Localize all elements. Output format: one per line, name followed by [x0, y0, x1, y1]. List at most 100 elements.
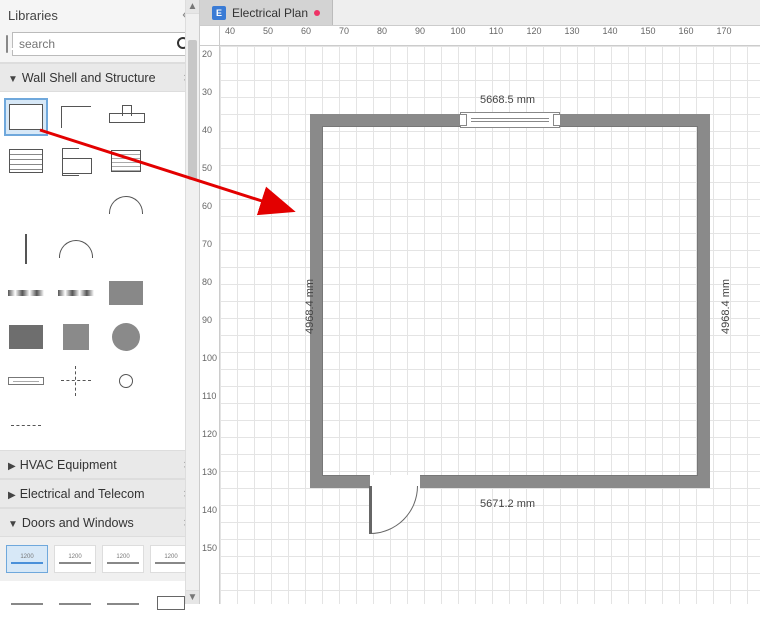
- ruler-tick: 140: [202, 505, 217, 515]
- ruler-tick: 20: [202, 49, 212, 59]
- doors-row-1: 1200 1200 1200 1200: [0, 537, 199, 581]
- libraries-title: Libraries: [8, 8, 58, 23]
- shape-wall-line[interactable]: [6, 232, 46, 266]
- ruler-tick: 50: [202, 163, 212, 173]
- scroll-thumb[interactable]: [188, 40, 197, 180]
- ruler-tick: 50: [263, 26, 273, 36]
- door-shape-7[interactable]: [102, 589, 144, 617]
- door-shape-5[interactable]: [6, 589, 48, 617]
- door-swing-arc[interactable]: [370, 486, 418, 534]
- chevron-down-icon: ▼: [8, 74, 18, 85]
- window-top[interactable]: [460, 112, 560, 128]
- library-menu-button[interactable]: [6, 35, 8, 53]
- room-outline[interactable]: 5668.5 mm 5671.2 mm 4968.4 mm 4968.4 mm: [310, 114, 710, 488]
- shape-l-room[interactable]: [56, 100, 96, 134]
- ruler-tick: 80: [377, 26, 387, 36]
- library-search-box[interactable]: [12, 32, 197, 56]
- scroll-down-icon[interactable]: ▼: [186, 590, 199, 604]
- shape-l-shape[interactable]: [56, 144, 96, 178]
- wall-shapes-grid: [0, 92, 199, 450]
- door-shape-2[interactable]: 1200: [54, 545, 96, 573]
- chevron-right-icon: ▶: [8, 461, 16, 472]
- ruler-tick: 150: [202, 543, 217, 553]
- ruler-tick: 40: [225, 26, 235, 36]
- shape-crosshair[interactable]: [56, 364, 96, 398]
- shape-circle-solid[interactable]: [106, 320, 146, 354]
- door-shape-1[interactable]: 1200: [6, 545, 48, 573]
- scroll-up-icon[interactable]: ▲: [186, 0, 199, 14]
- ruler-tick: 60: [301, 26, 311, 36]
- shape-dim: 1200: [68, 554, 81, 560]
- dimension-bottom: 5671.2 mm: [480, 498, 535, 510]
- ruler-tick: 40: [202, 125, 212, 135]
- section-label: Electrical and Telecom: [20, 487, 145, 501]
- shape-dim: 1200: [116, 554, 129, 560]
- shape-blank2[interactable]: [56, 188, 96, 222]
- shape-slot[interactable]: [6, 364, 46, 398]
- ruler-tick: 140: [602, 26, 617, 36]
- ruler-tick: 120: [202, 429, 217, 439]
- shape-stairs[interactable]: [106, 144, 146, 178]
- shape-arc2[interactable]: [56, 232, 96, 266]
- ruler-tick: 70: [339, 26, 349, 36]
- section-hvac[interactable]: ▶HVAC Equipment ×: [0, 450, 199, 479]
- shape-slab1[interactable]: [106, 276, 146, 310]
- shape-dim: 1200: [20, 554, 33, 560]
- horizontal-ruler[interactable]: 405060708090100110120130140150160170: [220, 26, 760, 46]
- shape-wavy1[interactable]: [6, 276, 46, 310]
- ruler-tick: 100: [202, 353, 217, 363]
- shape-rect-room[interactable]: [6, 100, 46, 134]
- library-search-row: ⌃ ⌄: [0, 30, 199, 63]
- dimension-left: 4968.4 mm: [304, 279, 316, 334]
- library-sidebar: Libraries « ⌃ ⌄ ▼ Wall Shell and Structur…: [0, 0, 200, 604]
- document-icon: E: [212, 6, 226, 20]
- section-label: HVAC Equipment: [20, 458, 117, 472]
- wall-right[interactable]: [698, 114, 710, 488]
- ruler-tick: 110: [489, 26, 503, 36]
- ruler-corner: [200, 26, 220, 46]
- ruler-tick: 30: [202, 87, 212, 97]
- shape-small-circle[interactable]: [106, 364, 146, 398]
- dimension-top: 5668.5 mm: [480, 94, 535, 106]
- dimension-right: 4968.4 mm: [720, 279, 732, 334]
- ruler-tick: 170: [716, 26, 731, 36]
- document-tab-bar: E Electrical Plan: [200, 0, 760, 26]
- shape-wavy2[interactable]: [56, 276, 96, 310]
- shape-slab2[interactable]: [6, 320, 46, 354]
- section-doors-windows[interactable]: ▼Doors and Windows ×: [0, 508, 199, 537]
- room-interior: [322, 126, 698, 476]
- ruler-tick: 130: [564, 26, 579, 36]
- ruler-tick: 60: [202, 201, 212, 211]
- document-tab[interactable]: E Electrical Plan: [200, 0, 333, 25]
- shape-arc1[interactable]: [106, 188, 146, 222]
- ruler-tick: 80: [202, 277, 212, 287]
- shape-t-room[interactable]: [106, 100, 146, 134]
- section-label: Wall Shell and Structure: [22, 71, 156, 85]
- ruler-tick: 90: [415, 26, 425, 36]
- chevron-right-icon: ▶: [8, 490, 16, 501]
- section-electrical[interactable]: ▶Electrical and Telecom ×: [0, 479, 199, 508]
- section-wall-shell[interactable]: ▼Wall Shell and Structure ×: [0, 63, 199, 92]
- vertical-ruler[interactable]: 20 30 40 50 60 70 80 90 100 110 120 130 140 150: [200, 46, 220, 604]
- ruler-tick: 90: [202, 315, 212, 325]
- chevron-down-icon: ▼: [8, 519, 18, 530]
- shape-blank1[interactable]: [6, 188, 46, 222]
- door-shape-6[interactable]: [54, 589, 96, 617]
- shape-square-solid[interactable]: [56, 320, 96, 354]
- door-panel[interactable]: [369, 486, 372, 534]
- ruler-tick: 70: [202, 239, 212, 249]
- door-shape-3[interactable]: 1200: [102, 545, 144, 573]
- doors-row-2: [0, 581, 199, 625]
- modified-indicator-icon: [314, 10, 320, 16]
- shape-dim: 1200: [164, 554, 177, 560]
- shape-dotted[interactable]: [6, 408, 46, 442]
- search-input[interactable]: [17, 36, 176, 52]
- shape-siding[interactable]: [6, 144, 46, 178]
- ruler-tick: 130: [202, 467, 217, 477]
- shape-blank3[interactable]: [106, 232, 146, 266]
- ruler-tick: 100: [450, 26, 465, 36]
- ruler-tick: 110: [202, 391, 216, 401]
- drawing-canvas[interactable]: 5668.5 mm 5671.2 mm 4968.4 mm 4968.4 mm: [220, 46, 760, 604]
- libraries-header: Libraries «: [0, 0, 199, 30]
- sidebar-scrollbar[interactable]: ▲ ▼: [185, 0, 199, 604]
